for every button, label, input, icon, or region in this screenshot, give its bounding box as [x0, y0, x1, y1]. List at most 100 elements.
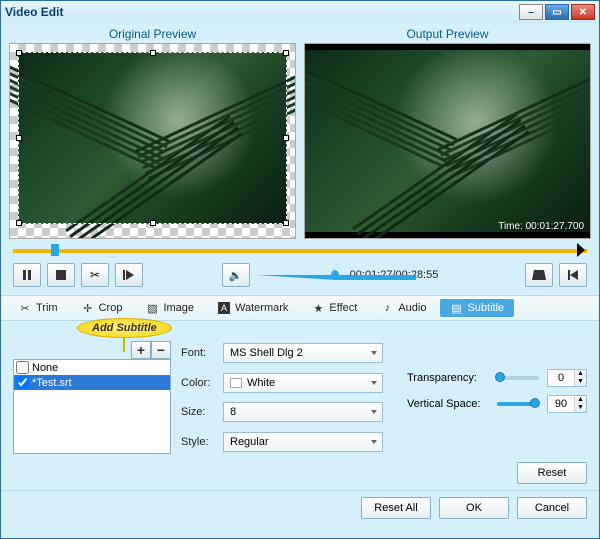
crop-handle-ne[interactable] — [283, 50, 289, 56]
subtitle-icon: ▤ — [450, 302, 462, 314]
spin-down-icon[interactable]: ▼ — [574, 378, 586, 386]
timeline-end-marker[interactable] — [577, 243, 585, 257]
font-label: Font: — [181, 347, 217, 359]
tab-image-label: Image — [163, 302, 194, 314]
subtitle-label: *Test.srt — [32, 377, 72, 389]
titlebar[interactable]: Video Edit – ▭ ✕ — [1, 1, 599, 23]
original-preview-label: Original Preview — [9, 27, 296, 43]
timeline-playhead[interactable] — [51, 244, 59, 256]
tab-effect-label: Effect — [329, 302, 357, 314]
crop-handle-s[interactable] — [150, 220, 156, 226]
tab-crop-label: Crop — [99, 302, 123, 314]
tab-watermark[interactable]: A Watermark — [208, 299, 298, 317]
tab-audio[interactable]: ♪ Audio — [371, 299, 436, 317]
step-icon — [123, 270, 135, 280]
step-button[interactable] — [115, 263, 143, 287]
prev-button[interactable] — [559, 263, 587, 287]
vspace-slider[interactable] — [497, 402, 539, 406]
stop-icon — [56, 270, 66, 280]
tab-audio-label: Audio — [398, 302, 426, 314]
style-value: Regular — [230, 436, 269, 448]
scissors-icon: ✂ — [19, 302, 31, 314]
snapshot-button[interactable]: ✂ — [81, 263, 109, 287]
minimize-button[interactable]: – — [519, 4, 543, 20]
subtitle-row-test[interactable]: *Test.srt — [14, 375, 170, 390]
crop-handle-sw[interactable] — [16, 220, 22, 226]
tab-image[interactable]: ▧ Image — [136, 299, 204, 317]
crop-handle-se[interactable] — [283, 220, 289, 226]
vspace-spinner[interactable]: 90 ▲▼ — [547, 395, 587, 413]
vspace-value: 90 — [548, 398, 574, 410]
cancel-button[interactable]: Cancel — [517, 497, 587, 519]
tab-subtitle[interactable]: ▤ Subtitle — [440, 299, 514, 317]
tab-subtitle-label: Subtitle — [467, 302, 504, 314]
color-swatch — [230, 378, 242, 388]
tab-watermark-label: Watermark — [235, 302, 288, 314]
callout-text: Add Subtitle — [77, 318, 172, 338]
size-combo[interactable]: 8 — [223, 402, 383, 422]
volume-button[interactable]: 🔉 — [222, 263, 250, 287]
crop-handle-w[interactable] — [16, 135, 22, 141]
image-icon: ▧ — [146, 302, 158, 314]
tab-effect[interactable]: ★ Effect — [302, 299, 367, 317]
font-value: MS Shell Dlg 2 — [230, 347, 303, 359]
camera-icon: ✂ — [90, 268, 100, 282]
crop-handle-n[interactable] — [150, 50, 156, 56]
maximize-button[interactable]: ▭ — [545, 4, 569, 20]
prev-icon — [568, 270, 578, 280]
vspace-label: Vertical Space: — [407, 398, 489, 410]
output-preview[interactable]: Time: 00:01:27.700 — [304, 43, 591, 239]
transparency-label: Transparency: — [407, 372, 489, 384]
crop-icon: ✛ — [82, 302, 94, 314]
original-preview[interactable] — [9, 43, 296, 239]
color-combo[interactable]: White — [223, 373, 383, 393]
subtitle-checkbox-none[interactable] — [16, 361, 29, 374]
size-label: Size: — [181, 406, 217, 418]
crop-handle-nw[interactable] — [16, 50, 22, 56]
color-label: Color: — [181, 377, 217, 389]
subtitle-row-none[interactable]: None — [14, 360, 170, 375]
tab-trim[interactable]: ✂ Trim — [9, 299, 68, 317]
crop-handle-e[interactable] — [283, 135, 289, 141]
tab-trim-label: Trim — [36, 302, 58, 314]
subtitle-list[interactable]: None *Test.srt — [13, 359, 171, 454]
spin-up-icon[interactable]: ▲ — [574, 370, 586, 378]
view-mode-button[interactable] — [525, 263, 553, 287]
subtitle-checkbox-test[interactable] — [16, 376, 29, 389]
vspace-thumb[interactable] — [530, 398, 540, 408]
transparency-spinner[interactable]: 0 ▲▼ — [547, 369, 587, 387]
timeline[interactable] — [13, 245, 587, 255]
preview-timecode: Time: 00:01:27.700 — [498, 221, 584, 232]
volume-thumb[interactable] — [331, 270, 339, 280]
window-title: Video Edit — [5, 5, 63, 19]
video-edit-window: Video Edit – ▭ ✕ Original Preview — [0, 0, 600, 539]
star-icon: ★ — [312, 302, 324, 314]
reset-all-button[interactable]: Reset All — [361, 497, 431, 519]
close-button[interactable]: ✕ — [571, 4, 595, 20]
watermark-icon: A — [218, 302, 230, 314]
style-label: Style: — [181, 436, 217, 448]
size-value: 8 — [230, 406, 236, 418]
spin-down-icon[interactable]: ▼ — [574, 404, 586, 412]
pause-icon — [22, 270, 32, 280]
transparency-thumb[interactable] — [495, 372, 505, 382]
transparency-value: 0 — [548, 372, 574, 384]
stop-button[interactable] — [47, 263, 75, 287]
trapezoid-icon — [532, 270, 546, 280]
subtitle-label: None — [32, 362, 58, 374]
volume-slider[interactable] — [256, 272, 336, 278]
pause-button[interactable] — [13, 263, 41, 287]
speaker-icon: 🔉 — [229, 269, 243, 282]
transparency-slider[interactable] — [497, 376, 539, 380]
font-combo[interactable]: MS Shell Dlg 2 — [223, 343, 383, 363]
add-subtitle-callout: Add Subtitle — [77, 318, 172, 352]
reset-button[interactable]: Reset — [517, 462, 587, 484]
ok-button[interactable]: OK — [439, 497, 509, 519]
spin-up-icon[interactable]: ▲ — [574, 396, 586, 404]
color-value: White — [247, 377, 275, 389]
output-preview-label: Output Preview — [304, 27, 591, 43]
style-combo[interactable]: Regular — [223, 432, 383, 452]
crop-rectangle[interactable] — [18, 52, 287, 224]
tab-crop[interactable]: ✛ Crop — [72, 299, 133, 317]
timeline-track — [13, 249, 587, 253]
